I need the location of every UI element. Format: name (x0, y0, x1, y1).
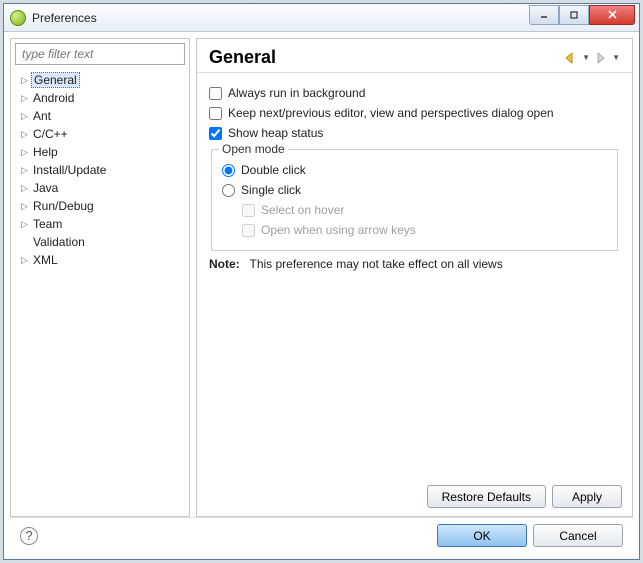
nav-arrows: ▼ ▼ (564, 52, 620, 64)
ok-button[interactable]: OK (437, 524, 527, 547)
back-menu[interactable]: ▼ (582, 53, 590, 62)
tree-item-label: Team (31, 217, 64, 231)
single-click-radio[interactable] (222, 184, 235, 197)
tree-item-label: Ant (31, 109, 53, 123)
expand-icon[interactable]: ▷ (21, 111, 31, 122)
minimize-button[interactable] (529, 5, 559, 25)
restore-defaults-button[interactable]: Restore Defaults (427, 485, 546, 508)
note-label: Note: (209, 257, 240, 271)
tree-item-validation[interactable]: Validation (11, 233, 189, 251)
expand-icon[interactable]: ▷ (21, 129, 31, 140)
select-on-hover-checkbox (242, 204, 255, 217)
open-arrow-keys-row: Open when using arrow keys (242, 220, 607, 240)
show-heap-label: Show heap status (228, 126, 323, 140)
tree-item-install-update[interactable]: ▷Install/Update (11, 161, 189, 179)
tree-item-c-c-[interactable]: ▷C/C++ (11, 125, 189, 143)
content-panel: General ▼ ▼ Always run in background (196, 38, 633, 517)
dialog-body: ▷General▷Android▷Ant▷C/C++▷Help▷Install/… (4, 32, 639, 559)
open-mode-group: Open mode Double click Single click (211, 149, 618, 251)
select-on-hover-row: Select on hover (242, 200, 607, 220)
tree-item-label: XML (31, 253, 60, 267)
expand-icon[interactable]: ▷ (21, 165, 31, 176)
minimize-icon (539, 10, 549, 20)
expand-icon[interactable]: ▷ (21, 75, 31, 86)
show-heap-row[interactable]: Show heap status (209, 123, 620, 143)
tree-item-ant[interactable]: ▷Ant (11, 107, 189, 125)
double-click-radio[interactable] (222, 164, 235, 177)
tree-item-label: Run/Debug (31, 199, 96, 213)
double-click-row[interactable]: Double click (222, 160, 607, 180)
keep-dialog-open-checkbox[interactable] (209, 107, 222, 120)
always-run-bg-checkbox[interactable] (209, 87, 222, 100)
open-arrow-keys-checkbox (242, 224, 255, 237)
expand-icon[interactable]: ▷ (21, 147, 31, 158)
expand-icon[interactable]: ▷ (21, 255, 31, 266)
help-icon: ? (25, 528, 32, 543)
page-title: General (209, 47, 564, 68)
tree-item-label: C/C++ (31, 127, 70, 141)
preferences-tree[interactable]: ▷General▷Android▷Ant▷C/C++▷Help▷Install/… (11, 69, 189, 516)
arrow-left-icon (564, 52, 578, 64)
double-click-label: Double click (241, 163, 306, 177)
preferences-window: Preferences ▷General▷Android▷Ant▷C/C++▷H… (3, 3, 640, 560)
tree-item-general[interactable]: ▷General (11, 71, 189, 89)
tree-item-label: Install/Update (31, 163, 108, 177)
tree-item-xml[interactable]: ▷XML (11, 251, 189, 269)
expand-icon[interactable]: ▷ (21, 183, 31, 194)
arrow-right-icon (594, 52, 608, 64)
tree-item-java[interactable]: ▷Java (11, 179, 189, 197)
note-text: This preference may not take effect on a… (249, 257, 502, 271)
single-click-label: Single click (241, 183, 301, 197)
page-button-row: Restore Defaults Apply (197, 477, 632, 516)
close-button[interactable] (589, 5, 635, 25)
always-run-bg-label: Always run in background (228, 86, 365, 100)
tree-item-label: Help (31, 145, 60, 159)
select-on-hover-label: Select on hover (261, 203, 344, 217)
expand-icon[interactable]: ▷ (21, 219, 31, 230)
show-heap-checkbox[interactable] (209, 127, 222, 140)
main-area: ▷General▷Android▷Ant▷C/C++▷Help▷Install/… (10, 38, 633, 517)
forward-menu[interactable]: ▼ (612, 53, 620, 62)
window-controls (529, 5, 635, 25)
keep-dialog-open-label: Keep next/previous editor, view and pers… (228, 106, 554, 120)
expand-icon[interactable]: ▷ (21, 93, 31, 104)
sidebar: ▷General▷Android▷Ant▷C/C++▷Help▷Install/… (10, 38, 190, 517)
tree-item-help[interactable]: ▷Help (11, 143, 189, 161)
open-mode-legend: Open mode (219, 142, 288, 156)
close-icon (607, 9, 618, 20)
single-click-row[interactable]: Single click (222, 180, 607, 200)
apply-button[interactable]: Apply (552, 485, 622, 508)
back-button[interactable] (564, 52, 578, 64)
content-body: Always run in background Keep next/previ… (197, 73, 632, 477)
tree-item-label: Validation (31, 235, 87, 249)
always-run-bg-row[interactable]: Always run in background (209, 83, 620, 103)
tree-item-label: Android (31, 91, 76, 105)
tree-item-android[interactable]: ▷Android (11, 89, 189, 107)
cancel-button[interactable]: Cancel (533, 524, 623, 547)
note-row: Note: This preference may not take effec… (209, 257, 620, 271)
footer: ? OK Cancel (10, 517, 633, 553)
maximize-icon (569, 10, 579, 20)
app-icon (10, 10, 26, 26)
tree-item-label: General (31, 72, 80, 88)
forward-button[interactable] (594, 52, 608, 64)
tree-item-label: Java (31, 181, 60, 195)
window-title: Preferences (32, 11, 529, 25)
titlebar[interactable]: Preferences (4, 4, 639, 32)
expand-icon[interactable]: ▷ (21, 201, 31, 212)
tree-item-team[interactable]: ▷Team (11, 215, 189, 233)
open-arrow-keys-label: Open when using arrow keys (261, 223, 416, 237)
keep-dialog-open-row[interactable]: Keep next/previous editor, view and pers… (209, 103, 620, 123)
maximize-button[interactable] (559, 5, 589, 25)
tree-item-run-debug[interactable]: ▷Run/Debug (11, 197, 189, 215)
filter-input[interactable] (15, 43, 185, 65)
help-button[interactable]: ? (20, 527, 38, 545)
